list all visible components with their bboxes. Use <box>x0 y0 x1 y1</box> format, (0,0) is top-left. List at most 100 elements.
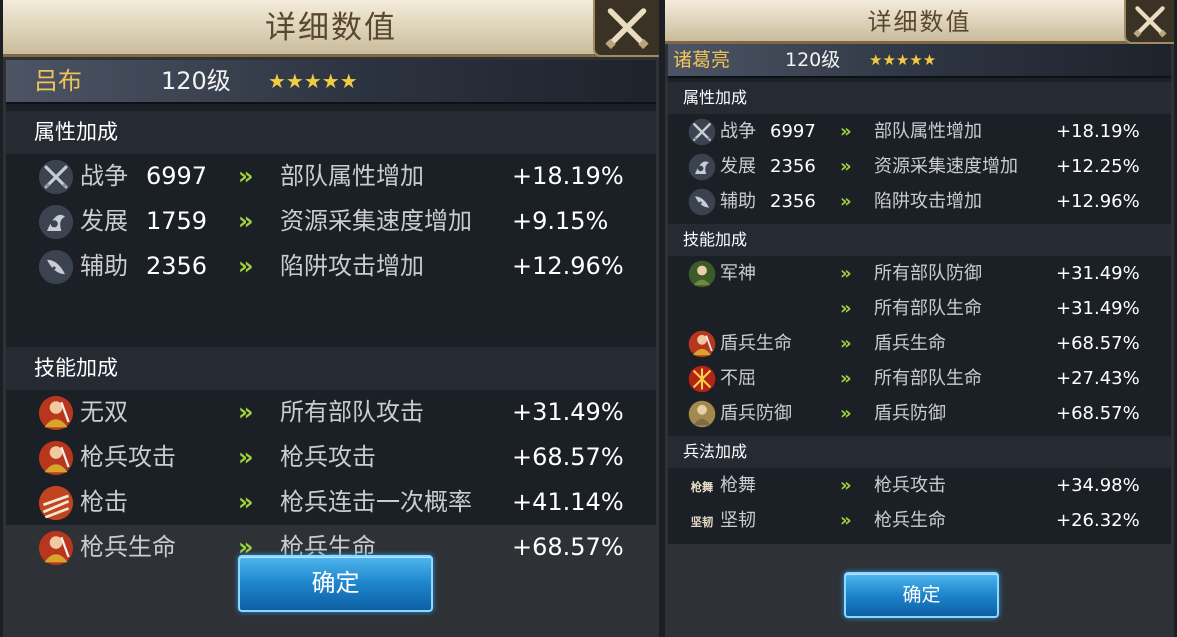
bonus-row: 军神 » 所有部队防御 +31.49% <box>668 256 1171 291</box>
hero-header: 吕布 120级 ★★★★★ <box>6 60 656 104</box>
bonus-row: 枪击 » 枪兵连击一次概率 +41.14% <box>6 480 656 525</box>
row-value: 1759 <box>146 207 208 235</box>
double-chevron-right-icon: » <box>840 298 852 319</box>
row-bonus: +68.57% <box>1056 403 1140 424</box>
row-bonus: +12.96% <box>1056 191 1140 212</box>
section-heading: 兵法加成 <box>668 436 1171 468</box>
row-effect: 枪兵生命 <box>874 510 946 531</box>
bonus-row: 辅助 2356 » 陷阱攻击增加 +12.96% <box>6 244 656 289</box>
bonus-row: 枪兵攻击 » 枪兵攻击 +68.57% <box>6 435 656 480</box>
row-bonus: +12.25% <box>1056 156 1140 177</box>
hero-level: 120级 <box>161 67 231 95</box>
confirm-button[interactable]: 确定 <box>238 555 433 612</box>
row-bonus: +68.57% <box>512 533 624 561</box>
skill-wushuang-icon <box>38 395 74 431</box>
bonus-row: 坚韧 坚韧 » 枪兵生命 +26.32% <box>668 503 1171 538</box>
crossed-swords-icon <box>38 159 74 195</box>
double-chevron-right-icon: » <box>840 368 852 389</box>
row-effect: 所有部队生命 <box>874 368 982 389</box>
double-chevron-right-icon: » <box>238 443 253 471</box>
confirm-button[interactable]: 确定 <box>844 572 999 618</box>
double-chevron-right-icon: » <box>238 207 253 235</box>
tactic-jianren-icon: 坚韧 <box>688 507 716 535</box>
close-button[interactable] <box>1124 0 1174 44</box>
crossed-swords-icon <box>688 118 716 146</box>
bonus-row: 发展 1759 » 资源采集速度增加 +9.15% <box>6 199 656 244</box>
star-rating: ★★★★★ <box>268 69 358 93</box>
bonus-row: 战争 6997 » 部队属性增加 +18.19% <box>6 154 656 199</box>
row-label: 枪兵生命 <box>80 533 176 561</box>
svg-text:枪舞: 枪舞 <box>691 479 713 493</box>
double-chevron-right-icon: » <box>840 475 852 496</box>
bonus-row: » 所有部队生命 +31.49% <box>668 291 1171 326</box>
row-bonus: +68.57% <box>512 443 624 471</box>
skill-spear-attack-icon <box>38 440 74 476</box>
double-chevron-right-icon: » <box>238 488 253 516</box>
close-button[interactable] <box>593 0 659 57</box>
row-label: 辅助 <box>720 191 756 212</box>
skill-spear-strike-icon <box>38 485 74 521</box>
bonus-row: 无双 » 所有部队攻击 +31.49% <box>6 390 656 435</box>
row-value: 2356 <box>770 191 816 212</box>
panel-title: 详细数值 <box>867 8 972 36</box>
star-rating: ★★★★★ <box>869 51 937 69</box>
close-icon <box>1126 0 1174 42</box>
row-label: 战争 <box>80 162 128 190</box>
double-chevron-right-icon: » <box>238 398 253 426</box>
row-label: 发展 <box>720 156 756 177</box>
row-bonus: +34.98% <box>1056 475 1140 496</box>
row-label: 无双 <box>80 398 128 426</box>
panel-title: 详细数值 <box>265 10 397 46</box>
row-effect: 资源采集速度增加 <box>874 156 1018 177</box>
section-heading: 属性加成 <box>6 111 656 154</box>
development-icon <box>688 153 716 181</box>
row-effect: 所有部队生命 <box>874 298 982 319</box>
skill-junshen-icon <box>688 260 716 288</box>
row-value: 6997 <box>770 121 816 142</box>
bonus-row: 不屈 » 所有部队生命 +27.43% <box>668 361 1171 396</box>
row-effect: 盾兵防御 <box>874 403 946 424</box>
row-value: 2356 <box>146 252 208 280</box>
double-chevron-right-icon: » <box>840 191 852 212</box>
double-chevron-right-icon: » <box>840 121 852 142</box>
hero-level: 120级 <box>785 49 841 71</box>
double-chevron-right-icon: » <box>840 263 852 284</box>
hero-header: 诸葛亮 120级 ★★★★★ <box>668 44 1171 78</box>
row-bonus: +41.14% <box>512 488 624 516</box>
row-label: 枪兵攻击 <box>80 443 176 471</box>
row-effect: 盾兵生命 <box>874 333 946 354</box>
row-label: 盾兵防御 <box>720 403 792 424</box>
skill-shield-life-icon <box>688 330 716 358</box>
hero-name: 吕布 <box>34 67 82 95</box>
bonus-row: 枪舞 枪舞 » 枪兵攻击 +34.98% <box>668 468 1171 503</box>
detail-panel-lvbu: 详细数值 吕布 120级 ★★★★★ 属性加成 战争 6997 » 部队属性增加 +18.19% 发… <box>0 0 662 637</box>
row-effect: 部队属性增加 <box>280 162 424 190</box>
bonus-row: 战争 6997 » 部队属性增加 +18.19% <box>668 114 1171 149</box>
bonus-row: 发展 2356 » 资源采集速度增加 +12.25% <box>668 149 1171 184</box>
section-heading: 属性加成 <box>668 82 1171 114</box>
row-value: 6997 <box>146 162 208 190</box>
detail-content: 吕布 120级 ★★★★★ 属性加成 战争 6997 » 部队属性增加 +18.19% 发展 175… <box>6 60 656 565</box>
row-label: 辅助 <box>80 252 128 280</box>
development-icon <box>38 204 74 240</box>
row-bonus: +9.15% <box>512 207 609 235</box>
bonus-row: 辅助 2356 » 陷阱攻击增加 +12.96% <box>668 184 1171 219</box>
row-label: 坚韧 <box>720 510 756 531</box>
double-chevron-right-icon: » <box>840 403 852 424</box>
hero-name: 诸葛亮 <box>673 49 731 71</box>
row-label: 发展 <box>80 207 128 235</box>
double-chevron-right-icon: » <box>238 252 253 280</box>
detail-panel-zhugeliang: 详细数值 诸葛亮 120级 ★★★★★ 属性加成 战争 6997 » 部队属性增加 +18.19%… <box>662 0 1177 637</box>
skill-shield-defense-icon <box>688 400 716 428</box>
row-effect: 枪兵攻击 <box>280 443 376 471</box>
svg-text:坚韧: 坚韧 <box>691 514 713 528</box>
section-heading: 技能加成 <box>668 224 1171 256</box>
close-icon <box>595 0 659 55</box>
row-bonus: +26.32% <box>1056 510 1140 531</box>
row-label: 枪击 <box>80 488 128 516</box>
double-chevron-right-icon: » <box>840 510 852 531</box>
skill-buqu-icon <box>688 365 716 393</box>
row-bonus: +27.43% <box>1056 368 1140 389</box>
row-effect: 所有部队攻击 <box>280 398 424 426</box>
row-bonus: +18.19% <box>1056 121 1140 142</box>
